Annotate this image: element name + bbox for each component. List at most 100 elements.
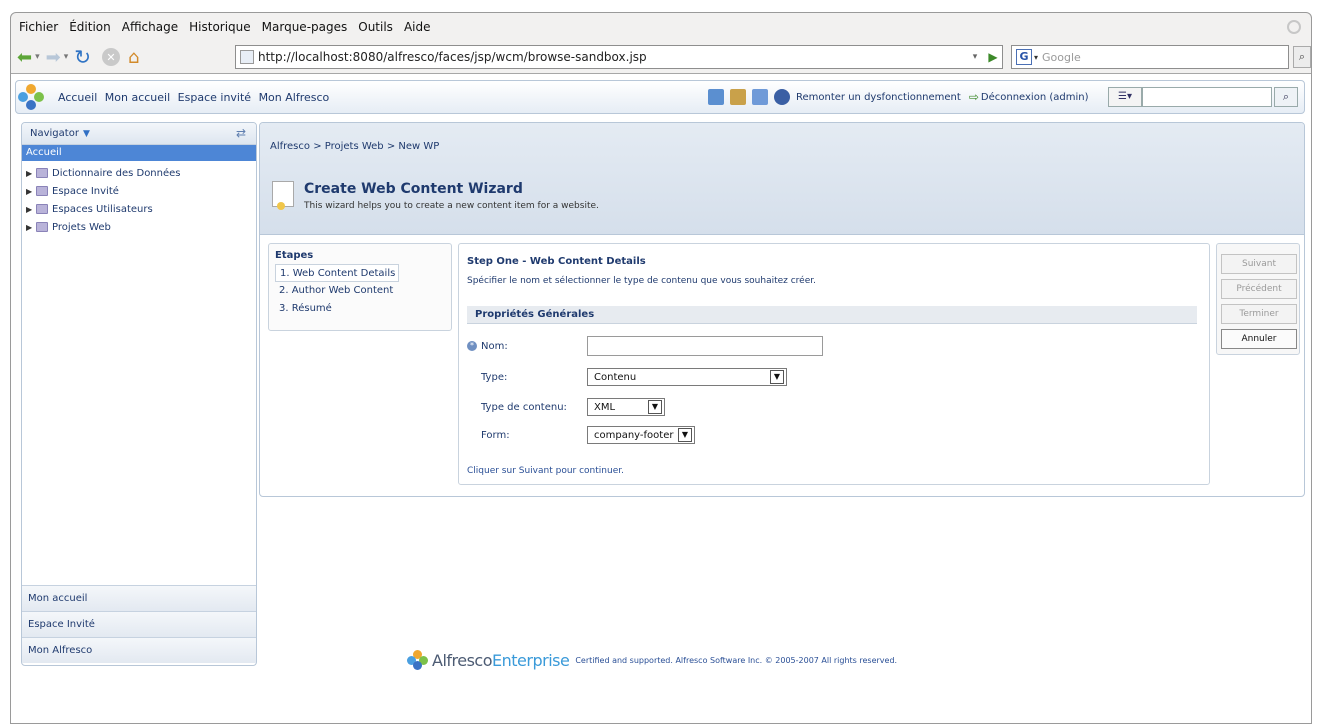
google-engine-icon[interactable]: G xyxy=(1016,49,1032,65)
navigator-refresh-icon[interactable]: ⇄ xyxy=(236,126,246,140)
tree-node-espace-invite[interactable]: ▶ Espace Invité xyxy=(22,182,256,200)
search-placeholder: Google xyxy=(1042,50,1081,64)
footer-brand[interactable]: Alfresco xyxy=(432,651,493,670)
content-type-row: Type de contenu: XML ▼ xyxy=(481,398,665,416)
menu-historique[interactable]: Historique xyxy=(189,20,251,34)
url-history-dropdown[interactable]: ▾ xyxy=(966,52,984,62)
cancel-button[interactable]: Annuler xyxy=(1221,329,1297,349)
content-type-value: XML xyxy=(594,401,616,413)
expand-arrow-icon[interactable]: ▶ xyxy=(26,223,36,232)
wizard-container: Alfresco > Projets Web > New WP Create W… xyxy=(259,122,1305,497)
form-select-value: company-footer xyxy=(594,429,674,441)
tree-node-espaces-utilisateurs[interactable]: ▶ Espaces Utilisateurs xyxy=(22,200,256,218)
admin-console-icon[interactable] xyxy=(752,89,768,105)
stop-button[interactable]: ✕ xyxy=(102,48,121,66)
navigator-dropdown-icon[interactable]: ▼ xyxy=(83,129,90,139)
section-header: Propriétés Générales xyxy=(467,306,1197,324)
tree-node-label: Espace Invité xyxy=(52,185,119,197)
home-icon: ⌂ xyxy=(128,46,140,68)
top-link-espace-invite[interactable]: Espace invité xyxy=(178,91,251,104)
step-description: Spécifier le nom et sélectionner le type… xyxy=(467,276,816,286)
logout-icon: ⇨ xyxy=(968,90,979,104)
shortcut-mon-alfresco[interactable]: Mon Alfresco xyxy=(22,637,256,663)
top-nav-links: Accueil Mon accueil Espace invité Mon Al… xyxy=(58,91,333,104)
page-description: This wizard helps you to create a new co… xyxy=(304,201,599,211)
stop-icon: ✕ xyxy=(106,50,116,64)
menu-fichier[interactable]: Fichier xyxy=(19,20,58,34)
menu-affichage[interactable]: Affichage xyxy=(122,20,178,34)
form-label: Form: xyxy=(481,429,510,441)
tree-node-dictionnaire[interactable]: ▶ Dictionnaire des Données xyxy=(22,164,256,182)
breadcrumb[interactable]: Alfresco > Projets Web > New WP xyxy=(270,141,439,152)
name-row: * Nom: xyxy=(467,336,823,356)
reload-icon: ↻ xyxy=(74,45,92,69)
alfresco-logo-icon[interactable] xyxy=(18,84,44,110)
new-content-icon xyxy=(272,181,294,210)
home-button[interactable]: ⌂ xyxy=(128,45,139,69)
search-icon: ⌕ xyxy=(1282,90,1290,103)
shortcut-espace-invite[interactable]: Espace Invité xyxy=(22,611,256,637)
navigator-header[interactable]: Navigator ▼ ⇄ xyxy=(22,123,256,145)
users-icon[interactable] xyxy=(730,89,746,105)
alfresco-search-button[interactable]: ⌕ xyxy=(1274,87,1298,107)
expand-arrow-icon[interactable]: ▶ xyxy=(26,187,36,196)
type-select[interactable]: Contenu ▼ xyxy=(587,368,787,386)
forward-button[interactable]: ➡ xyxy=(46,45,61,69)
expand-arrow-icon[interactable]: ▶ xyxy=(26,169,36,178)
navigator-shortcuts: Mon accueil Espace Invité Mon Alfresco xyxy=(22,585,256,663)
type-label: Type: xyxy=(481,371,508,383)
navigator-panel: Navigator ▼ ⇄ Accueil ▶ Dictionnaire des… xyxy=(21,122,257,666)
help-icon[interactable] xyxy=(774,89,790,105)
shortcut-mon-accueil[interactable]: Mon accueil xyxy=(22,585,256,611)
menu-aide[interactable]: Aide xyxy=(404,20,431,34)
go-button[interactable]: ▶ xyxy=(984,50,1002,64)
menu-marque-pages[interactable]: Marque-pages xyxy=(262,20,348,34)
throbber-icon xyxy=(1287,20,1301,34)
alfresco-top-bar: Accueil Mon accueil Espace invité Mon Al… xyxy=(15,80,1305,114)
browser-search-box[interactable]: G ▾ Google xyxy=(1011,45,1289,69)
address-bar[interactable]: http://localhost:8080/alfresco/faces/jsp… xyxy=(235,45,1003,69)
reload-button[interactable]: ↻ xyxy=(74,45,91,69)
alfresco-search-input[interactable] xyxy=(1142,87,1272,107)
navigator-selected-item[interactable]: Accueil xyxy=(22,145,256,161)
navigation-toolbar: ⬅ ▾ ➡ ▾ ↻ ✕ ⌂ http://localhost:8080/alfr… xyxy=(11,41,1311,73)
footer-brand-suffix[interactable]: Enterprise xyxy=(492,651,570,670)
step-title: Step One - Web Content Details xyxy=(467,256,646,267)
report-issue-link[interactable]: Remonter un dysfonctionnement xyxy=(796,92,961,103)
top-link-mon-accueil[interactable]: Mon accueil xyxy=(105,91,170,104)
name-input[interactable] xyxy=(587,336,823,356)
steps-title: Etapes xyxy=(275,250,314,261)
back-history-dropdown[interactable]: ▾ xyxy=(35,52,40,62)
forward-history-dropdown[interactable]: ▾ xyxy=(64,52,69,62)
url-text[interactable]: http://localhost:8080/alfresco/faces/jsp… xyxy=(258,50,966,64)
search-go-button[interactable]: ⌕ xyxy=(1293,46,1311,68)
chevron-down-icon[interactable]: ▼ xyxy=(770,370,784,384)
chevron-down-icon[interactable]: ▼ xyxy=(678,428,692,442)
chevron-down-icon[interactable]: ▼ xyxy=(648,400,662,414)
menu-outils[interactable]: Outils xyxy=(358,20,393,34)
next-button[interactable]: Suivant xyxy=(1221,254,1297,274)
browser-window: Fichier Édition Affichage Historique Mar… xyxy=(10,12,1312,724)
logout-link[interactable]: Déconnexion (admin) xyxy=(981,92,1089,103)
finish-button[interactable]: Terminer xyxy=(1221,304,1297,324)
forward-arrow-icon: ➡ xyxy=(45,46,61,68)
expand-arrow-icon[interactable]: ▶ xyxy=(26,205,36,214)
form-select[interactable]: company-footer ▼ xyxy=(587,426,695,444)
back-button[interactable]: ⬅ xyxy=(17,45,32,69)
content-type-select[interactable]: XML ▼ xyxy=(587,398,665,416)
navigator-tree: ▶ Dictionnaire des Données ▶ Espace Invi… xyxy=(22,161,256,236)
user-console-icon[interactable] xyxy=(708,89,724,105)
tree-node-label: Dictionnaire des Données xyxy=(52,167,181,179)
step-item-1: 1. Web Content Details xyxy=(275,264,399,282)
top-link-mon-alfresco[interactable]: Mon Alfresco xyxy=(259,91,330,104)
previous-button[interactable]: Précédent xyxy=(1221,279,1297,299)
top-link-accueil[interactable]: Accueil xyxy=(58,91,97,104)
search-options-dropdown[interactable]: ☰▾ xyxy=(1108,87,1142,107)
search-engine-dropdown[interactable]: ▾ xyxy=(1034,53,1038,62)
menu-edition[interactable]: Édition xyxy=(69,20,111,34)
page-footer: Alfresco Enterprise Certified and suppor… xyxy=(407,650,897,670)
space-folder-icon xyxy=(36,186,48,196)
page-favicon-icon xyxy=(240,50,254,64)
step-item-3: 3. Résumé xyxy=(279,303,332,314)
tree-node-projets-web[interactable]: ▶ Projets Web xyxy=(22,218,256,236)
